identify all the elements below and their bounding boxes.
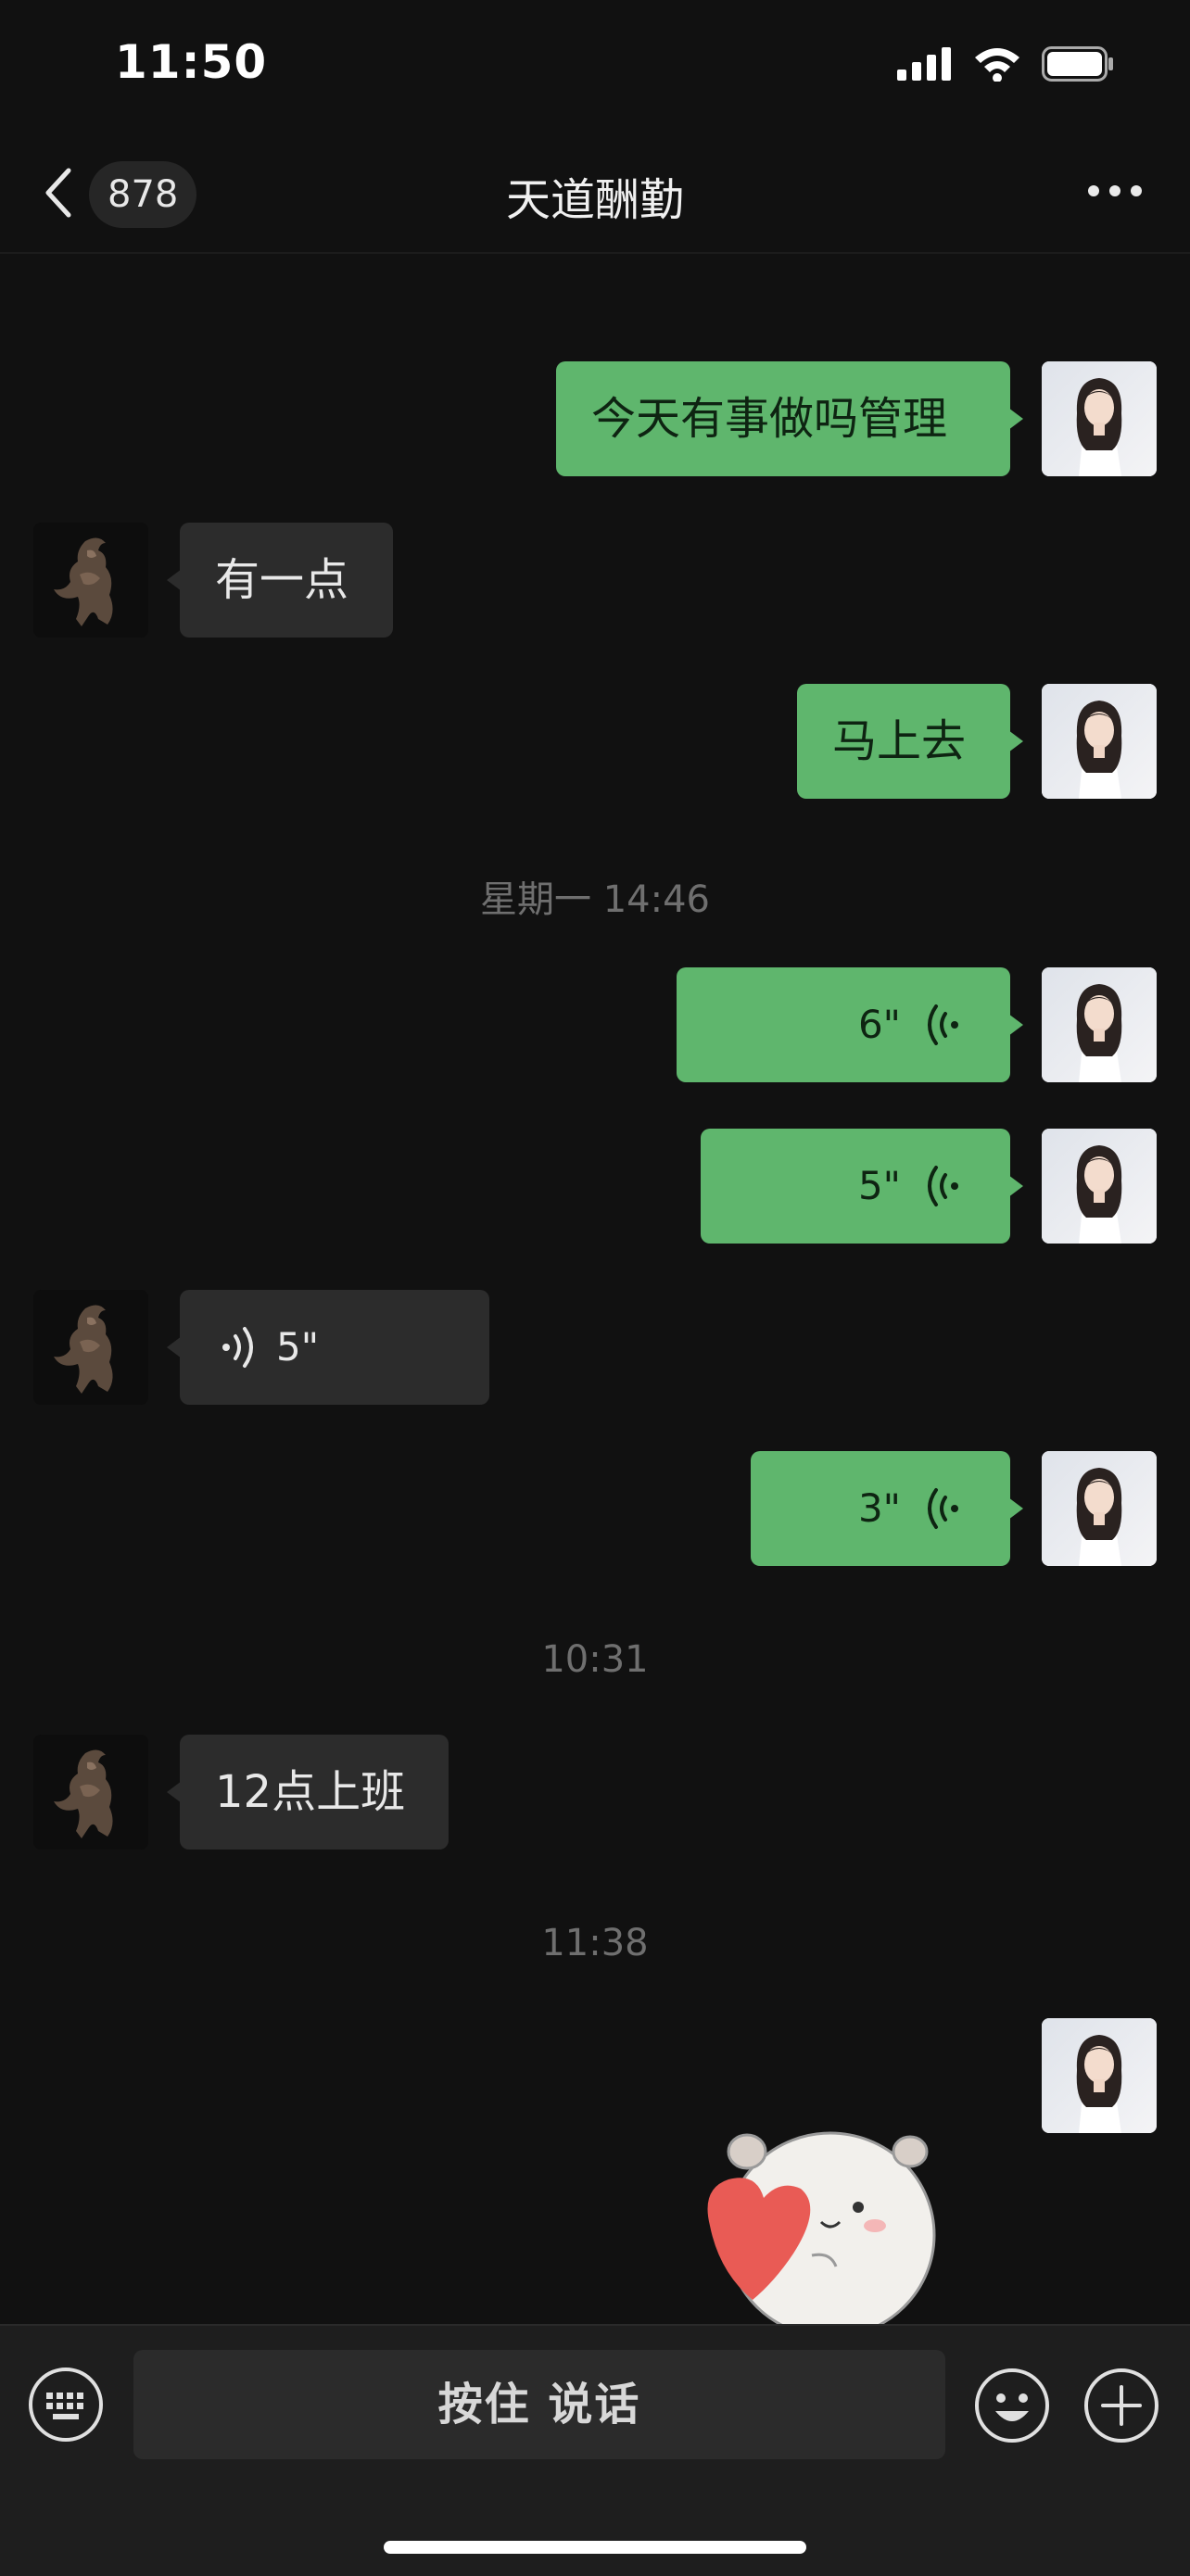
voice-wave-icon: [928, 1166, 958, 1206]
voice-duration: 3": [857, 1485, 901, 1531]
plus-icon[interactable]: [1082, 2367, 1160, 2444]
my-avatar[interactable]: [1042, 1451, 1157, 1566]
more-icon[interactable]: [1088, 185, 1142, 198]
voice-duration: 5": [276, 1324, 320, 1370]
message-bubble-incoming[interactable]: 有一点: [167, 523, 393, 638]
message-text: 有一点: [215, 554, 349, 606]
chat-header: 878 天道酬勤: [0, 139, 1190, 254]
my-avatar[interactable]: [1042, 1129, 1157, 1244]
input-bar: 按住 说话: [0, 2324, 1190, 2576]
message-bubble-incoming[interactable]: 12点上班: [167, 1735, 449, 1850]
voice-message-outgoing[interactable]: 5": [701, 1129, 1023, 1244]
voice-duration: 6": [857, 1002, 901, 1047]
hold-to-talk-button[interactable]: 按住 说话: [133, 2350, 945, 2459]
voice-wave-icon: [222, 1327, 253, 1368]
voice-message-incoming[interactable]: 5": [167, 1290, 489, 1405]
message-text: 马上去: [832, 715, 967, 767]
message-bubble-outgoing[interactable]: 马上去: [797, 684, 1023, 799]
my-avatar[interactable]: [1042, 684, 1157, 799]
chat-title: 天道酬勤: [505, 174, 684, 226]
my-avatar[interactable]: [1042, 361, 1157, 476]
voice-wave-icon: [928, 1488, 958, 1529]
message-text: 今天有事做吗管理: [591, 393, 948, 445]
time-separator: 星期一 14:46: [480, 878, 710, 921]
my-avatar[interactable]: [1042, 2018, 1157, 2133]
contact-avatar[interactable]: [33, 1290, 148, 1405]
voice-duration: 5": [857, 1163, 901, 1208]
contact-avatar[interactable]: [33, 523, 148, 638]
cellular-signal-icon: [897, 47, 951, 81]
voice-message-outgoing[interactable]: 3": [751, 1451, 1023, 1566]
status-bar: 11:50: [0, 0, 1190, 139]
battery-icon: [1042, 46, 1113, 82]
time-separator: 10:31: [541, 1638, 649, 1681]
emoji-icon[interactable]: [973, 2367, 1051, 2444]
message-bubble-outgoing[interactable]: 今天有事做吗管理: [556, 361, 1023, 476]
voice-message-outgoing[interactable]: 6": [677, 967, 1023, 1082]
hamster-heart-sticker[interactable]: [701, 2096, 951, 2328]
my-avatar[interactable]: [1042, 967, 1157, 1082]
message-text: 12点上班: [215, 1766, 406, 1818]
contact-avatar[interactable]: [33, 1735, 148, 1850]
status-icons: [897, 46, 1116, 82]
wifi-icon: [975, 48, 1019, 82]
time-separator: 11:38: [541, 1922, 649, 1964]
home-indicator[interactable]: [384, 2541, 806, 2554]
status-time: 11:50: [115, 35, 268, 89]
voice-wave-icon: [928, 1004, 958, 1045]
keyboard-icon[interactable]: [28, 2367, 104, 2443]
